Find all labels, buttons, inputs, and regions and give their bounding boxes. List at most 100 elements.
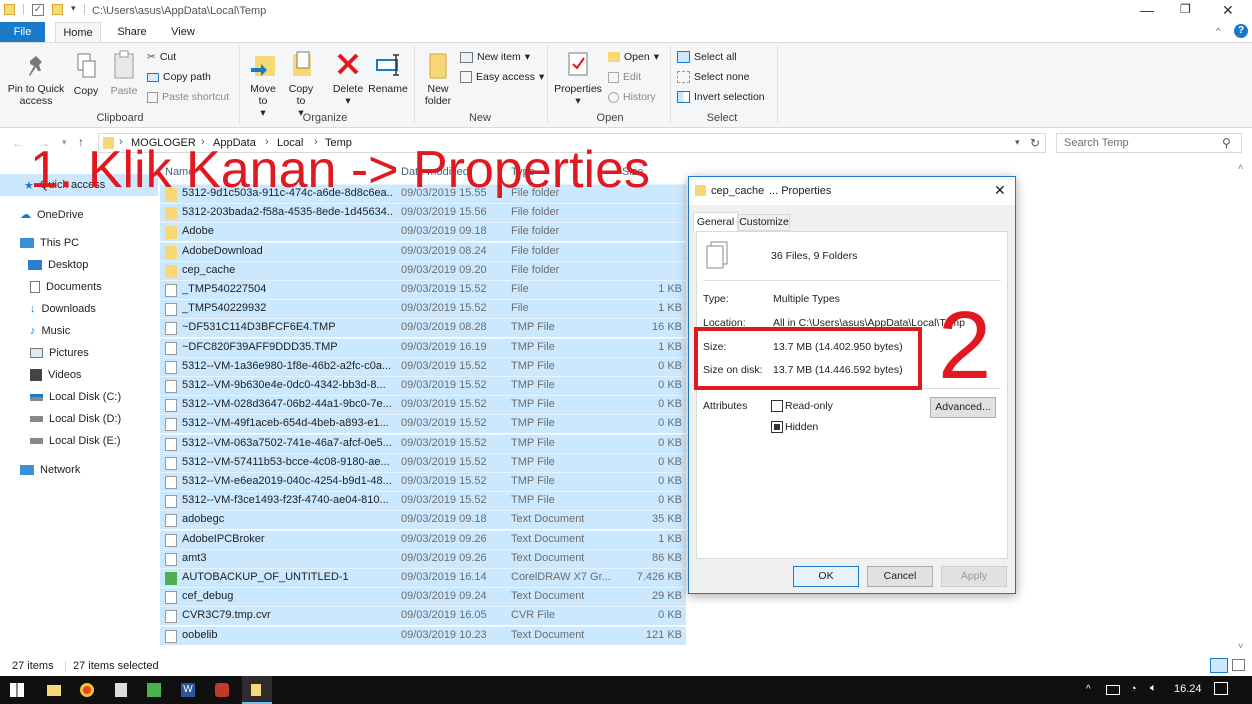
file-row[interactable]: cef_debug 09/03/2019 09.24 Text Document 29… bbox=[160, 587, 686, 607]
file-row[interactable]: 5312--VM-49f1aceb-654d-4beb-a893-e1... 09… bbox=[160, 414, 686, 434]
qat-dropdown-icon[interactable]: ▾ bbox=[71, 3, 76, 14]
address-dropdown-icon[interactable]: ▾ bbox=[1015, 137, 1020, 148]
scroll-down-icon[interactable]: ˅ bbox=[1238, 641, 1243, 651]
file-row[interactable]: _TMP540229932 09/03/2019 15.52 File 1 KB bbox=[160, 299, 686, 319]
new-folder-qat-icon[interactable] bbox=[52, 4, 63, 15]
speaker-icon[interactable]: 🔈︎ bbox=[1150, 682, 1157, 695]
paste-button[interactable]: Paste bbox=[106, 50, 142, 97]
tab-general[interactable]: General bbox=[693, 212, 738, 232]
file-row[interactable]: _TMP540227504 09/03/2019 15.52 File 1 KB bbox=[160, 280, 686, 299]
advanced-button[interactable]: Advanced... bbox=[930, 397, 996, 418]
tab-customize[interactable]: Customize bbox=[738, 214, 790, 231]
file-row[interactable]: CVR3C79.tmp.cvr 09/03/2019 16.05 CVR File 0… bbox=[160, 606, 686, 626]
file-row[interactable]: AUTOBACKUP_OF_UNTITLED-1 09/03/2019 16.14… bbox=[160, 568, 686, 587]
file-row[interactable]: AdobeDownload 09/03/2019 08.24 File folder bbox=[160, 241, 686, 261]
file-row[interactable]: AdobeIPCBroker 09/03/2019 09.26 Text Docum… bbox=[160, 529, 686, 549]
file-row[interactable]: 5312--VM-57411b53-bcce-4c08-9180-ae... 09… bbox=[160, 452, 686, 472]
tray-chevron-icon[interactable]: ^ bbox=[1086, 684, 1091, 695]
back-icon[interactable]: ← bbox=[12, 136, 24, 150]
large-icons-view-icon[interactable] bbox=[1232, 659, 1245, 671]
windows-start-icon[interactable] bbox=[10, 683, 24, 697]
file-row[interactable]: 5312--VM-028d3647-06b2-44a1-9bc0-7e... 09… bbox=[160, 395, 686, 415]
delete-button[interactable]: Delete ▾ bbox=[330, 50, 366, 107]
file-row[interactable]: 5312--VM-9b630e4e-0dc0-4342-bb3d-8... 09/… bbox=[160, 376, 686, 395]
edit-button[interactable]: Edit bbox=[608, 69, 641, 85]
file-row[interactable]: 5312--VM-063a7502-741e-46a7-afcf-0e5... 0… bbox=[160, 433, 686, 453]
select-all-button[interactable]: Select all bbox=[677, 49, 737, 65]
nav-disk-e[interactable]: Local Disk (E:) bbox=[30, 435, 121, 447]
nav-onedrive[interactable]: ☁ OneDrive bbox=[20, 208, 83, 222]
minimize-icon[interactable]: — bbox=[1140, 2, 1154, 18]
tab-share[interactable]: Share bbox=[110, 22, 154, 42]
file-row[interactable]: oobelib 09/03/2019 10.23 Text Document 121 … bbox=[160, 625, 686, 645]
file-row[interactable]: cep_cache 09/03/2019 09.20 File folder bbox=[160, 260, 686, 280]
file-row[interactable]: 5312-203bada2-f58a-4535-8ede-1d45634... 0… bbox=[160, 203, 686, 223]
history-button[interactable]: History bbox=[608, 89, 656, 105]
new-folder-button[interactable]: New folder bbox=[420, 50, 456, 107]
open-button[interactable]: Open ▾ bbox=[608, 49, 659, 65]
readonly-checkbox[interactable] bbox=[771, 400, 783, 412]
notification-icon[interactable] bbox=[1214, 682, 1228, 695]
rename-button[interactable]: Rename bbox=[368, 50, 408, 95]
nav-pictures[interactable]: Pictures bbox=[30, 347, 89, 359]
file-row[interactable]: 5312--VM-e6ea2019-040c-4254-b9d1-48... 09… bbox=[160, 472, 686, 491]
chrome-icon[interactable] bbox=[80, 683, 94, 697]
copy-path-button[interactable]: Copy path bbox=[147, 69, 211, 85]
easy-access-button[interactable]: Easy access ▾ bbox=[460, 69, 544, 85]
copy-to-button[interactable]: Copy to ▾ bbox=[284, 50, 318, 119]
file-row[interactable]: amt3 09/03/2019 09.26 Text Document 86 KB bbox=[160, 548, 686, 568]
file-row[interactable]: 5312--VM-f3ce1493-f23f-4740-ae04-810... 0… bbox=[160, 491, 686, 511]
move-to-button[interactable]: Move to ▾ bbox=[246, 50, 280, 119]
file-list: 5312-9d1c503a-911c-474c-a6de-8d8c6ea... 0… bbox=[160, 184, 686, 654]
search-input[interactable]: Search Temp bbox=[1056, 133, 1242, 153]
help-icon[interactable]: ? bbox=[1234, 24, 1248, 38]
tab-file[interactable]: File bbox=[0, 22, 45, 42]
file-row[interactable]: ~DFC820F39AFF9DDD35.TMP 09/03/2019 16.19 T… bbox=[160, 337, 686, 357]
file-row[interactable]: 5312--VM-1a36e980-1f8e-46b2-a2fc-c0a... 0… bbox=[160, 356, 686, 376]
paste-shortcut-button[interactable]: Paste shortcut bbox=[147, 89, 229, 105]
details-view-icon[interactable] bbox=[1210, 658, 1228, 673]
file-explorer-icon[interactable] bbox=[47, 685, 61, 696]
copy-button[interactable]: Copy bbox=[70, 52, 102, 97]
word-icon[interactable]: W bbox=[181, 683, 195, 697]
nav-desktop[interactable]: Desktop bbox=[28, 259, 88, 271]
tray-monitor-icon[interactable] bbox=[1106, 685, 1120, 695]
notepad-icon[interactable] bbox=[115, 683, 127, 697]
nav-downloads[interactable]: ↓ Downloads bbox=[30, 303, 96, 315]
coreldraw-icon[interactable] bbox=[147, 683, 161, 697]
new-item-button[interactable]: New item ▾ bbox=[460, 49, 530, 65]
active-explorer-task[interactable] bbox=[242, 676, 272, 704]
tab-home[interactable]: Home bbox=[55, 22, 101, 42]
properties-button[interactable]: Properties ▾ bbox=[552, 50, 604, 107]
collapse-ribbon-icon[interactable]: ^ bbox=[1216, 26, 1220, 36]
properties-label: Properties bbox=[554, 83, 602, 95]
ok-button[interactable]: OK bbox=[793, 566, 859, 587]
cancel-button[interactable]: Cancel bbox=[867, 566, 933, 587]
file-row[interactable]: Adobe 09/03/2019 09.18 File folder bbox=[160, 222, 686, 242]
tab-view[interactable]: View bbox=[162, 22, 204, 42]
wifi-icon[interactable]: ◔ bbox=[1130, 683, 1137, 695]
apply-button[interactable]: Apply bbox=[941, 566, 1007, 587]
hidden-checkbox[interactable] bbox=[771, 421, 783, 433]
properties-qat-icon[interactable]: ✓ bbox=[32, 4, 44, 16]
nav-this-pc[interactable]: This PC bbox=[20, 237, 79, 249]
file-row[interactable]: adobegc 09/03/2019 09.18 Text Document 35 K… bbox=[160, 510, 686, 530]
scroll-up-icon[interactable]: ˄ bbox=[1238, 162, 1243, 172]
nav-documents[interactable]: Documents bbox=[30, 281, 102, 293]
paint-icon[interactable] bbox=[215, 683, 229, 697]
invert-selection-button[interactable]: Invert selection bbox=[677, 89, 765, 105]
clock[interactable]: 16.24 bbox=[1174, 683, 1202, 695]
nav-disk-d[interactable]: Local Disk (D:) bbox=[30, 413, 121, 425]
pin-quick-access-button[interactable]: Pin to Quick access bbox=[4, 54, 68, 107]
close-icon[interactable]: ✕ bbox=[1222, 2, 1234, 19]
select-none-button[interactable]: Select none bbox=[677, 69, 749, 85]
cut-button[interactable]: ✂ Cut bbox=[147, 49, 176, 65]
refresh-icon[interactable]: ↻ bbox=[1030, 136, 1040, 150]
dialog-close-icon[interactable]: ✕ bbox=[994, 182, 1006, 199]
nav-music[interactable]: ♪ Music bbox=[30, 325, 70, 337]
nav-network[interactable]: Network bbox=[20, 464, 80, 476]
file-row[interactable]: ~DF531C114D3BFCF6E4.TMP 09/03/2019 08.28 T… bbox=[160, 318, 686, 338]
nav-disk-c[interactable]: Local Disk (C:) bbox=[30, 391, 121, 403]
nav-videos[interactable]: Videos bbox=[30, 369, 81, 381]
restore-icon[interactable]: ❐ bbox=[1180, 2, 1191, 16]
